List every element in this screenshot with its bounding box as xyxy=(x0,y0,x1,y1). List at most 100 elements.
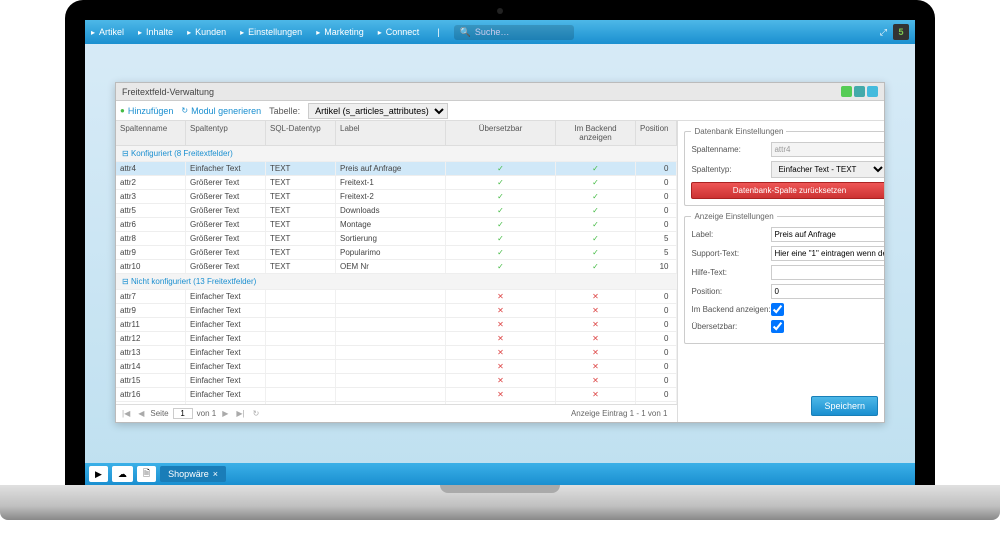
cell: Einfacher Text xyxy=(186,304,266,317)
column-header[interactable]: Spaltenname xyxy=(116,121,186,145)
label-input[interactable] xyxy=(771,227,884,242)
cell: attr4 xyxy=(116,162,186,175)
backend-checkbox[interactable] xyxy=(771,303,784,316)
nav-inhalte[interactable]: Inhalte xyxy=(138,27,173,37)
table-row[interactable]: attr16Einfacher Text✕✕0 xyxy=(116,388,677,402)
regenerate-button[interactable]: Modul generieren xyxy=(181,106,261,116)
support-label: Support-Text: xyxy=(691,249,771,258)
cell: ✓ xyxy=(446,232,556,245)
cell: 0 xyxy=(636,304,677,317)
cell: ✕ xyxy=(556,332,636,345)
translate-label: Übersetzbar: xyxy=(691,322,771,331)
cell: 0 xyxy=(636,360,677,373)
table-row[interactable]: attr9Größerer TextTEXTPopularimo✓✓5 xyxy=(116,246,677,260)
reset-column-button[interactable]: Datenbank-Spalte zurücksetzen xyxy=(691,182,884,199)
taskbar-cloud[interactable]: ☁ xyxy=(112,466,133,482)
table-row[interactable]: attr15Einfacher Text✕✕0 xyxy=(116,374,677,388)
table-row[interactable]: attr9Einfacher Text✕✕0 xyxy=(116,304,677,318)
nav-kunden[interactable]: Kunden xyxy=(187,27,226,37)
column-header[interactable]: Label xyxy=(336,121,446,145)
search-box[interactable]: 🔍 xyxy=(454,25,574,40)
maximize-icon[interactable] xyxy=(854,86,865,97)
column-header[interactable]: Im Backend anzeigen xyxy=(556,121,636,145)
cell: attr16 xyxy=(116,388,186,401)
translate-checkbox[interactable] xyxy=(771,320,784,333)
table-row[interactable]: attr4Einfacher TextTEXTPreis auf Anfrage… xyxy=(116,162,677,176)
cell: 0 xyxy=(636,162,677,175)
taskbar-tab[interactable]: Shopwäre × xyxy=(160,466,226,482)
column-header[interactable]: Übersetzbar xyxy=(446,121,556,145)
cell xyxy=(336,304,446,317)
tab-close-icon[interactable]: × xyxy=(213,469,218,479)
taskbar-note[interactable]: 🗎 xyxy=(137,466,156,482)
save-button[interactable]: Speichern xyxy=(811,396,878,416)
cell: Freitext-2 xyxy=(336,190,446,203)
help-input[interactable] xyxy=(771,265,884,280)
cell xyxy=(266,332,336,345)
cell: 0 xyxy=(636,332,677,345)
pager-last[interactable]: ▶| xyxy=(234,409,246,418)
group-row[interactable]: Nicht konfiguriert (13 Freitextfelder) xyxy=(116,274,677,290)
nav-connect[interactable]: Connect xyxy=(378,27,420,37)
table-row[interactable]: attr13Einfacher Text✕✕0 xyxy=(116,346,677,360)
nav-artikel[interactable]: Artikel xyxy=(91,27,124,37)
table-row[interactable]: attr14Einfacher Text✕✕0 xyxy=(116,360,677,374)
table-row[interactable]: attr10Größerer TextTEXTOEM Nr✓✓10 xyxy=(116,260,677,274)
cell: ✕ xyxy=(556,290,636,303)
table-select[interactable]: Artikel (s_articles_attributes) xyxy=(308,103,448,119)
cell: TEXT xyxy=(266,204,336,217)
add-button[interactable]: Hinzufügen xyxy=(120,106,173,116)
cell xyxy=(336,388,446,401)
pager: |◀ ◀ Seite von 1 ▶ ▶| ↻ Anzeige Eintrag … xyxy=(116,404,677,422)
search-input[interactable] xyxy=(475,27,565,37)
table-row[interactable]: attr7Einfacher Text✕✕0 xyxy=(116,290,677,304)
group-row[interactable]: Konfiguriert (8 Freitextfelder) xyxy=(116,146,677,162)
help-label: Hilfe-Text: xyxy=(691,268,771,277)
table-row[interactable]: attr12Einfacher Text✕✕0 xyxy=(116,332,677,346)
cell: attr11 xyxy=(116,318,186,331)
taskbar-start[interactable]: ▶ xyxy=(89,466,108,482)
table-row[interactable]: attr3Größerer TextTEXTFreitext-2✓✓0 xyxy=(116,190,677,204)
freetext-window: Freitextfeld-Verwaltung Hinzufügen Modul… xyxy=(115,82,885,423)
pager-next[interactable]: ▶ xyxy=(220,409,230,418)
pager-refresh[interactable]: ↻ xyxy=(251,409,262,418)
position-input[interactable] xyxy=(771,284,884,299)
cell: 5 xyxy=(636,246,677,259)
cell: 0 xyxy=(636,290,677,303)
pager-first[interactable]: |◀ xyxy=(120,409,132,418)
cell: attr14 xyxy=(116,360,186,373)
nav-marketing[interactable]: Marketing xyxy=(316,27,364,37)
cell: Größerer Text xyxy=(186,246,266,259)
cell: ✕ xyxy=(446,332,556,345)
column-header[interactable]: SQL-Datentyp xyxy=(266,121,336,145)
coltype-select[interactable]: Einfacher Text - TEXT xyxy=(771,161,884,178)
pager-page-input[interactable] xyxy=(173,408,193,419)
table-row[interactable]: attr8Größerer TextTEXTSortierung✓✓5 xyxy=(116,232,677,246)
cell xyxy=(266,318,336,331)
cell: Preis auf Anfrage xyxy=(336,162,446,175)
cell xyxy=(336,374,446,387)
fullscreen-icon[interactable]: ⤢ xyxy=(880,27,887,38)
close-icon[interactable] xyxy=(867,86,878,97)
nav-divider: | xyxy=(437,27,439,37)
table-row[interactable]: attr5Größerer TextTEXTDownloads✓✓0 xyxy=(116,204,677,218)
cell: ✓ xyxy=(446,190,556,203)
table-row[interactable]: attr11Einfacher Text✕✕0 xyxy=(116,318,677,332)
column-header[interactable]: Position xyxy=(636,121,677,145)
top-navigation: Artikel Inhalte Kunden Einstellungen Marketi… xyxy=(85,20,915,44)
nav-einstellungen[interactable]: Einstellungen xyxy=(240,27,302,37)
minimize-icon[interactable] xyxy=(841,86,852,97)
pager-prev[interactable]: ◀ xyxy=(136,409,146,418)
table-row[interactable]: attr6Größerer TextTEXTMontage✓✓0 xyxy=(116,218,677,232)
cell: ✕ xyxy=(556,388,636,401)
column-header[interactable]: Spaltentyp xyxy=(186,121,266,145)
cell: ✕ xyxy=(446,304,556,317)
table-row[interactable]: attr2Größerer TextTEXTFreitext-1✓✓0 xyxy=(116,176,677,190)
app-logo[interactable]: 5 xyxy=(893,24,909,40)
cell: ✓ xyxy=(446,204,556,217)
grid-body[interactable]: Konfiguriert (8 Freitextfelder)attr4Einf… xyxy=(116,146,677,404)
cell: ✓ xyxy=(446,260,556,273)
cell: ✕ xyxy=(446,290,556,303)
db-settings: Datenbank Einstellungen Spaltenname: Spa… xyxy=(684,127,884,206)
support-input[interactable] xyxy=(771,246,884,261)
